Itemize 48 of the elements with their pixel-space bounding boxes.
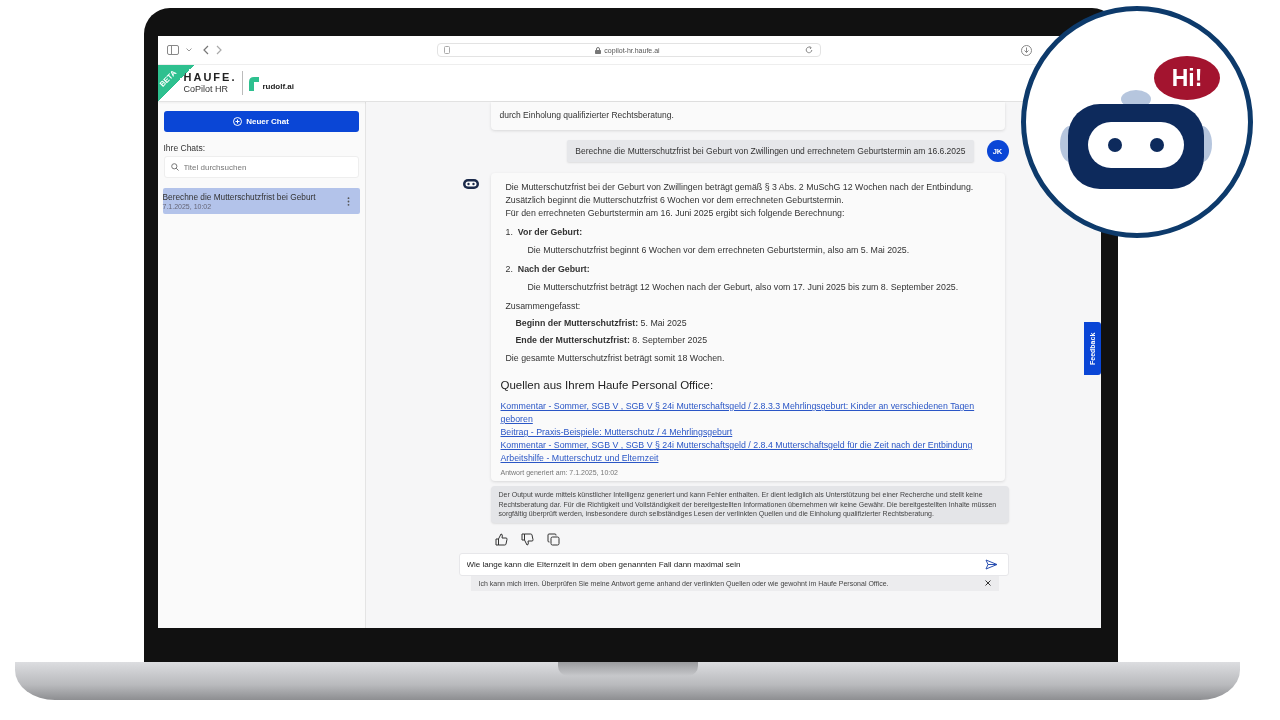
speech-bubble: Hi! <box>1154 56 1220 100</box>
close-icon[interactable] <box>984 580 991 586</box>
message-field[interactable]: Wie lange kann die Elternzeit in dem oben genannten Fall dann maximal sein <box>458 552 1009 576</box>
step-detail: Die Mutterschutzfrist beträgt 12 Wochen nach der Geburt, also vom 17. Juni 2025 bis zum 8. September 2025. <box>526 281 960 294</box>
summary-label: Zusammengefasst: <box>505 300 582 313</box>
plus-circle-icon <box>233 117 243 126</box>
source-link[interactable]: Beitrag - Praxis-Beispiele: Mutterschutz / 4 Mehrlingsgeburt <box>500 426 996 439</box>
copy-icon[interactable] <box>546 532 560 546</box>
page-icon <box>443 46 450 54</box>
search-icon <box>170 163 179 171</box>
answer-text: Für den errechneten Geburtstermin am 16. Juni 2025 ergibt sich folgende Berechnung: <box>505 207 846 220</box>
step-detail: Die Mutterschutzfrist beginnt 6 Wochen vor dem errechneten Geburtstermin, also am 5. Mai 2025. <box>526 244 911 257</box>
user-message: Berechne die Mutterschutzfrist bei Geburt von Zwillingen und errechnetem Geburtstermin am 16.6.2025 <box>567 140 974 162</box>
chat-title: Berechne die Mutterschutzfrist bei Geburt <box>162 192 316 202</box>
partner-logo: rudolf.ai <box>262 81 294 91</box>
chevron-down-icon[interactable] <box>185 48 192 52</box>
partner-logo-icon <box>247 75 260 91</box>
step-number: 1. <box>505 226 513 239</box>
thumbs-up-icon[interactable] <box>494 532 508 546</box>
search-input[interactable]: Titel durchsuchen <box>183 162 354 172</box>
reload-icon[interactable] <box>805 46 814 54</box>
chats-heading: Ihre Chats: <box>163 143 207 153</box>
message-input[interactable]: Wie lange kann die Elternzeit in dem oben genannten Fall dann maximal sein <box>466 559 975 569</box>
thumbs-down-icon[interactable] <box>520 532 534 546</box>
step-title: Nach der Geburt: <box>517 263 590 276</box>
robot-icon <box>461 178 480 190</box>
new-chat-button[interactable]: Neuer Chat <box>163 111 359 132</box>
forward-icon[interactable] <box>215 45 222 55</box>
summary-line: Ende der Mutterschutzfrist: 8. September 2025 <box>514 334 709 347</box>
sidebar-toggle-icon[interactable] <box>166 45 179 55</box>
send-icon[interactable] <box>984 558 998 570</box>
source-link[interactable]: Kommentar - Sommer, SGB V , SGB V § 24i Mutterschaftsgeld / 2.8.3.3 Mehrlingsgeburt: Kinder an verschiedenen Tagen geboren <box>500 400 996 426</box>
source-link[interactable]: Kommentar - Sommer, SGB V , SGB V § 24i Mutterschaftsgeld / 2.8.4 Mutterschaftsgeld für die Zeit nach der Entbindung <box>500 439 996 452</box>
robot-icon <box>1058 89 1214 189</box>
conclusion-text: Die gesamte Mutterschutzfrist beträgt somit 18 Wochen. <box>505 352 726 365</box>
back-icon[interactable] <box>202 45 209 55</box>
search-field[interactable]: Titel durchsuchen <box>163 156 359 178</box>
more-options-icon[interactable] <box>346 196 350 206</box>
summary-line: Beginn der Mutterschutzfrist: 5. Mai 2025 <box>514 317 688 330</box>
lock-icon <box>595 46 602 54</box>
answer-text: Zusätzlich beginnt die Mutterschutzfrist 6 Wochen vor dem errechneten Geburtstermin. <box>505 194 845 207</box>
source-link[interactable]: Arbeitshilfe - Mutterschutz und Elternzeit <box>500 452 996 465</box>
download-icon[interactable] <box>1020 44 1032 56</box>
sources-heading: Quellen aus Ihrem Haufe Personal Office: <box>500 379 715 391</box>
step-number: 2. <box>505 263 513 276</box>
answer-text: Die Mutterschutzfrist bei der Geburt von Zwillingen beträgt gemäß § 3 Abs. 2 MuSchG 12 Wochen nach der Entbindung. <box>505 181 975 194</box>
step-title: Vor der Geburt: <box>517 226 583 239</box>
message-text: durch Einholung qualifizierter Rechtsberatung. <box>499 110 674 120</box>
